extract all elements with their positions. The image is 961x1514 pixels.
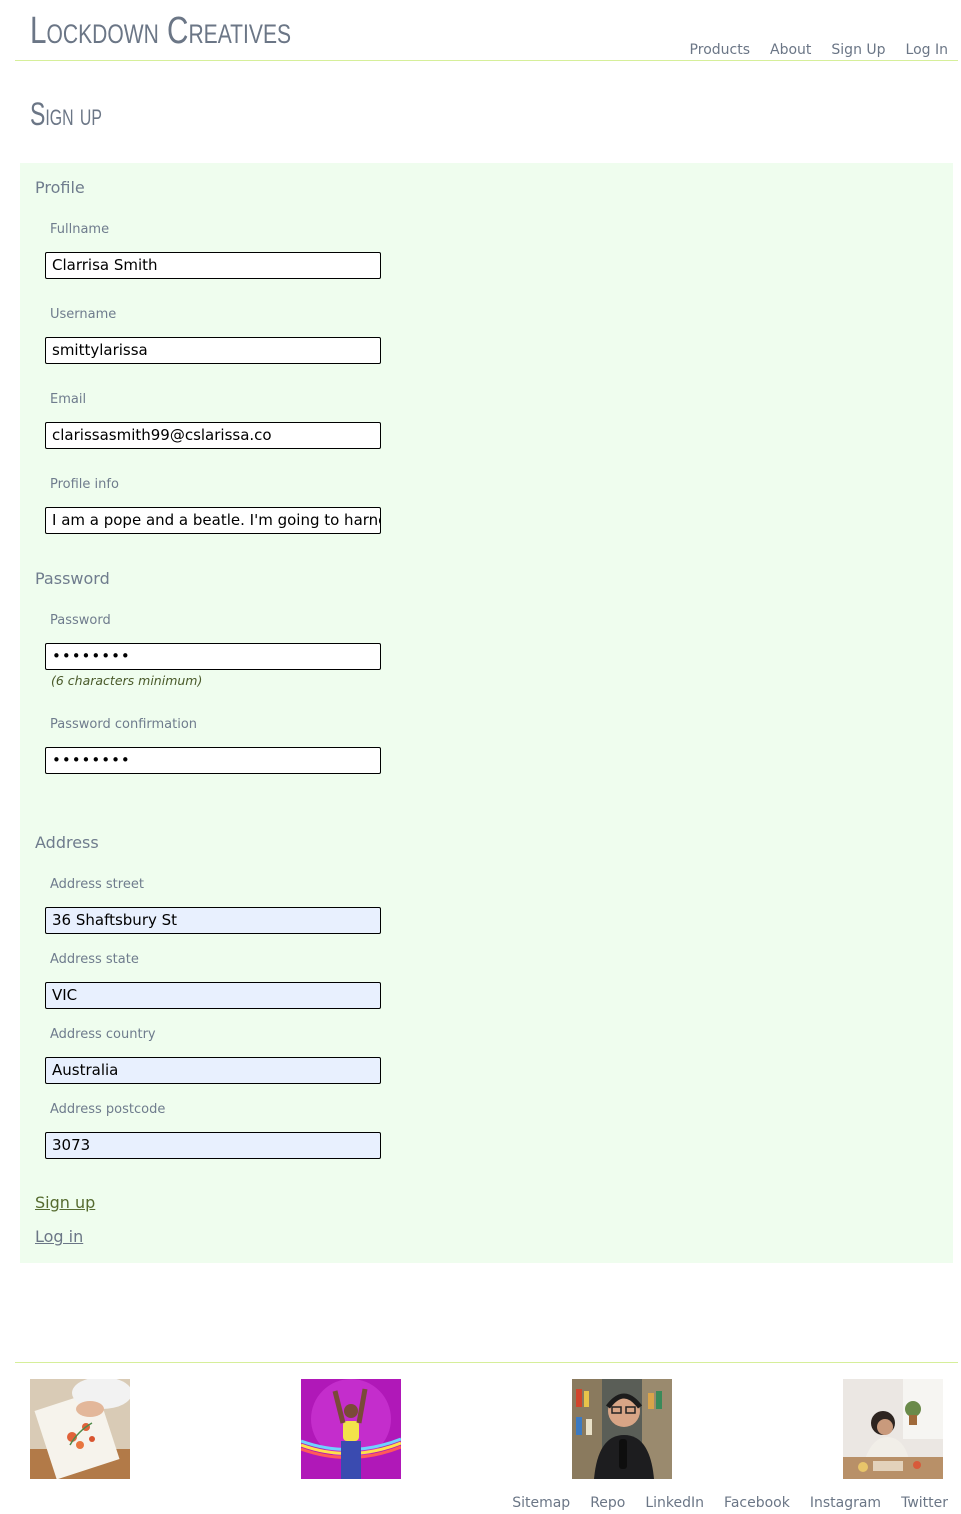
password-label: Password <box>50 613 111 628</box>
address-state-input[interactable]: VIC <box>45 982 381 1009</box>
profile-info-label: Profile info <box>50 477 119 492</box>
nav-log-in[interactable]: Log In <box>906 42 948 58</box>
footer-image-crafting <box>843 1379 943 1479</box>
site-logo[interactable]: Lockdown Creatives <box>30 10 291 53</box>
footer-divider <box>15 1362 958 1363</box>
password-input[interactable]: •••••••• <box>45 643 381 670</box>
footer-nav: Sitemap Repo LinkedIn Facebook Instagram… <box>512 1495 948 1511</box>
username-input[interactable]: smittylarissa <box>45 337 381 364</box>
footer-link-facebook[interactable]: Facebook <box>724 1495 790 1511</box>
address-postcode-input[interactable]: 3073 <box>45 1132 381 1159</box>
profile-heading: Profile <box>35 178 85 197</box>
sign-up-button[interactable]: Sign up <box>35 1193 95 1212</box>
password-hint: (6 characters minimum) <box>51 673 203 688</box>
footer-link-linkedin[interactable]: LinkedIn <box>645 1495 704 1511</box>
signup-form: Profile Fullname Clarrisa Smith Username… <box>20 163 953 1263</box>
password-confirmation-label: Password confirmation <box>50 717 198 732</box>
footer-link-instagram[interactable]: Instagram <box>810 1495 881 1511</box>
email-input[interactable]: clarissasmith99@cslarissa.co <box>45 422 381 449</box>
username-label: Username <box>50 307 117 322</box>
address-street-label: Address street <box>50 877 144 892</box>
log-in-link[interactable]: Log in <box>35 1227 83 1246</box>
footer-image-painting <box>30 1379 130 1479</box>
address-street-input[interactable]: 36 Shaftsbury St <box>45 907 381 934</box>
site-header: Lockdown Creatives Products About Sign U… <box>0 0 961 62</box>
address-postcode-label: Address postcode <box>50 1102 166 1117</box>
address-heading: Address <box>35 833 99 852</box>
footer-image-dancer <box>301 1379 401 1479</box>
main-nav: Products About Sign Up Log In <box>690 42 948 58</box>
nav-sign-up[interactable]: Sign Up <box>831 42 885 58</box>
password-heading: Password <box>35 569 110 588</box>
fullname-label: Fullname <box>50 222 110 237</box>
profile-info-input[interactable]: I am a pope and a beatle. I'm going to h… <box>45 507 381 534</box>
page-title: Sign up <box>30 96 102 132</box>
address-state-label: Address state <box>50 952 139 967</box>
header-divider <box>15 60 958 61</box>
fullname-input[interactable]: Clarrisa Smith <box>45 252 381 279</box>
footer-link-sitemap[interactable]: Sitemap <box>512 1495 570 1511</box>
nav-products[interactable]: Products <box>690 42 750 58</box>
address-country-label: Address country <box>50 1027 156 1042</box>
address-country-input[interactable]: Australia <box>45 1057 381 1084</box>
footer-link-twitter[interactable]: Twitter <box>901 1495 948 1511</box>
password-confirmation-input[interactable]: •••••••• <box>45 747 381 774</box>
nav-about[interactable]: About <box>770 42 811 58</box>
footer-image-podcaster <box>572 1379 672 1479</box>
footer-link-repo[interactable]: Repo <box>590 1495 625 1511</box>
email-label: Email <box>50 392 87 407</box>
